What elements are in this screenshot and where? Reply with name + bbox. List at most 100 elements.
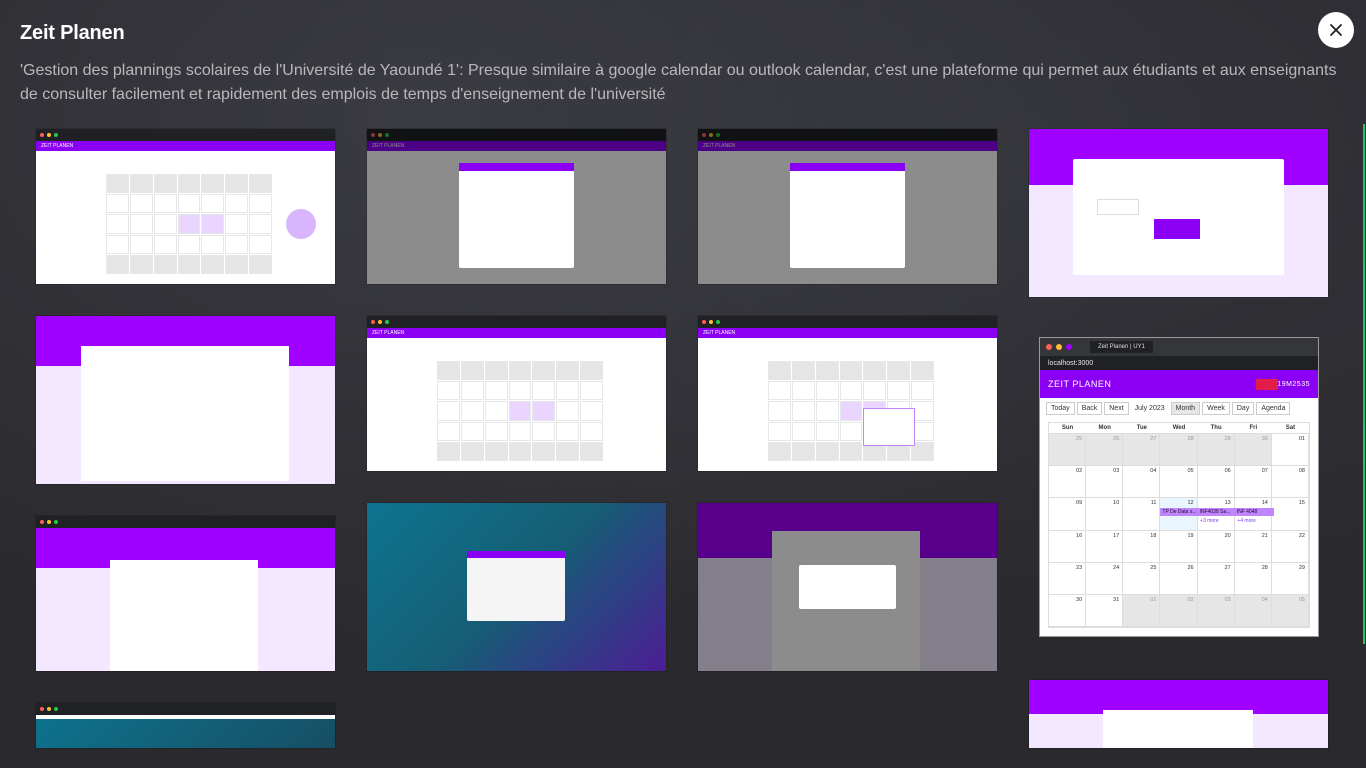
calendar-week: 23 24 25 26 27 28 29 <box>1049 562 1309 595</box>
screenshot-thumbnail[interactable]: ZEIT PLANEN <box>367 316 666 471</box>
modal-header: Zeit Planen <box>20 22 1306 45</box>
day-number: 22 <box>1298 532 1305 539</box>
calendar-day: 01 <box>1123 594 1161 626</box>
calendar-day: 11 <box>1123 498 1161 530</box>
calendar-day: 03 <box>1086 466 1124 498</box>
logout-button <box>1256 378 1278 390</box>
featured-screenshot[interactable]: Zeit Planen | UY1 localhost:3000 ZEIT PL… <box>1040 338 1318 636</box>
calendar-day: 30 <box>1234 434 1272 466</box>
screenshot-thumbnail[interactable]: ZEIT PLANEN <box>698 129 997 284</box>
calendar-day: 03 <box>1197 594 1235 626</box>
calendar-day: 24 <box>1086 562 1124 594</box>
calendar-week: 30 31 01 02 03 04 05 <box>1049 594 1309 627</box>
day-number: 26 <box>1113 436 1120 442</box>
screenshot-thumbnail[interactable] <box>1029 129 1328 297</box>
calendar-day: 17 <box>1086 530 1124 562</box>
month-label: July 2023 <box>1134 405 1165 412</box>
more-link: +3 more <box>1200 518 1219 525</box>
calendar-day: 29 <box>1197 434 1235 466</box>
calendar-day: 25 <box>1123 562 1161 594</box>
day-number: 15 <box>1298 500 1305 507</box>
day-number: 31 <box>1113 596 1120 603</box>
weekday-header: Fri <box>1249 425 1258 431</box>
day-number: 09 <box>1076 500 1083 507</box>
screenshot-thumbnail[interactable] <box>36 703 335 748</box>
url-text: localhost:3000 <box>1048 359 1094 367</box>
screenshot-thumbnail[interactable] <box>698 503 997 671</box>
next-button: Next <box>1104 402 1129 415</box>
calendar-day: 27 <box>1198 562 1235 594</box>
calendar-week: 25 26 27 28 29 30 01 <box>1049 434 1309 467</box>
screenshot-thumbnail[interactable]: ZEIT PLANEN <box>698 316 997 471</box>
app-name: ZEIT PLANEN <box>1048 379 1112 389</box>
day-number: 04 <box>1150 468 1157 475</box>
screenshot-thumbnail[interactable]: ZEIT PLANEN <box>36 129 335 284</box>
day-number: 03 <box>1224 596 1231 603</box>
day-number: 25 <box>1150 564 1157 571</box>
calendar-day: 29 <box>1272 562 1309 594</box>
calendar-day: 15 <box>1272 498 1309 530</box>
weekday-header: Wed <box>1172 425 1186 431</box>
calendar-week: 09 10 11 12 13 14 15 TP De Data s... INF4038 Sa.… <box>1049 498 1309 531</box>
day-number: 26 <box>1187 564 1194 571</box>
calendar-day: 08 <box>1272 466 1309 498</box>
view-week: Week <box>1202 402 1230 415</box>
calendar-day: 22 <box>1272 530 1309 562</box>
calendar-event: INF4038 Sa... <box>1197 508 1237 517</box>
calendar-day: 05 <box>1160 466 1198 498</box>
calendar-week: 16 17 18 19 20 21 22 <box>1049 530 1309 563</box>
calendar-week: 02 03 04 05 06 07 08 <box>1049 466 1309 499</box>
day-number: 13 <box>1224 500 1231 507</box>
browser-tab: Zeit Planen | UY1 <box>1090 341 1153 353</box>
day-number: 12 <box>1187 500 1194 507</box>
day-number: 29 <box>1298 564 1305 571</box>
calendar-day: 04 <box>1234 594 1272 626</box>
day-number: 27 <box>1224 564 1231 571</box>
screenshot-thumbnail[interactable] <box>1029 680 1328 748</box>
calendar-day: 02 <box>1049 466 1087 498</box>
day-number: 08 <box>1298 468 1305 475</box>
day-number: 18 <box>1150 532 1157 539</box>
project-description: 'Gestion des plannings scolaires de l'Un… <box>20 62 1337 103</box>
day-number: 16 <box>1076 532 1083 539</box>
day-number: 03 <box>1113 468 1120 475</box>
screenshot-thumbnail[interactable] <box>367 503 666 671</box>
calendar-day: 04 <box>1123 466 1161 498</box>
calendar-day: 30 <box>1049 594 1087 626</box>
calendar-day: 26 <box>1160 562 1198 594</box>
day-number: 01 <box>1298 436 1305 442</box>
day-number: 24 <box>1113 564 1120 571</box>
calendar-day: 26 <box>1086 434 1124 466</box>
calendar-day: 23 <box>1049 562 1087 594</box>
screenshot-thumbnail[interactable] <box>36 516 335 671</box>
day-number: 06 <box>1224 468 1231 475</box>
day-number: 05 <box>1298 596 1305 603</box>
weekday-header: Sun <box>1061 425 1074 431</box>
back-button: Back <box>1076 402 1103 415</box>
calendar-event: INF 4048 <box>1234 508 1274 517</box>
day-number: 23 <box>1076 564 1083 571</box>
screenshot-thumbnail[interactable] <box>36 316 335 484</box>
day-number: 27 <box>1150 436 1157 442</box>
scroll-indicator <box>1363 124 1365 644</box>
day-number: 02 <box>1076 468 1083 475</box>
calendar-day: 20 <box>1198 530 1235 562</box>
view-agenda: Agenda <box>1256 402 1291 415</box>
day-number: 14 <box>1261 500 1268 507</box>
day-number: 19 <box>1187 532 1194 539</box>
weekday-header: Tue <box>1136 425 1147 431</box>
screenshot-thumbnail[interactable]: ZEIT PLANEN <box>367 129 666 284</box>
view-day: Day <box>1231 402 1255 415</box>
calendar-day: 28 <box>1235 562 1272 594</box>
day-number: 17 <box>1113 532 1120 539</box>
close-icon <box>1330 24 1342 36</box>
calendar-day: 18 <box>1123 530 1161 562</box>
calendar-day: 21 <box>1235 530 1272 562</box>
calendar-day: 02 <box>1160 594 1198 626</box>
calendar-day: 19 <box>1160 530 1198 562</box>
close-button[interactable] <box>1318 12 1354 48</box>
day-number: 30 <box>1261 436 1268 442</box>
day-number: 04 <box>1261 596 1268 603</box>
day-number: 02 <box>1187 596 1194 603</box>
day-number: 07 <box>1261 468 1268 475</box>
